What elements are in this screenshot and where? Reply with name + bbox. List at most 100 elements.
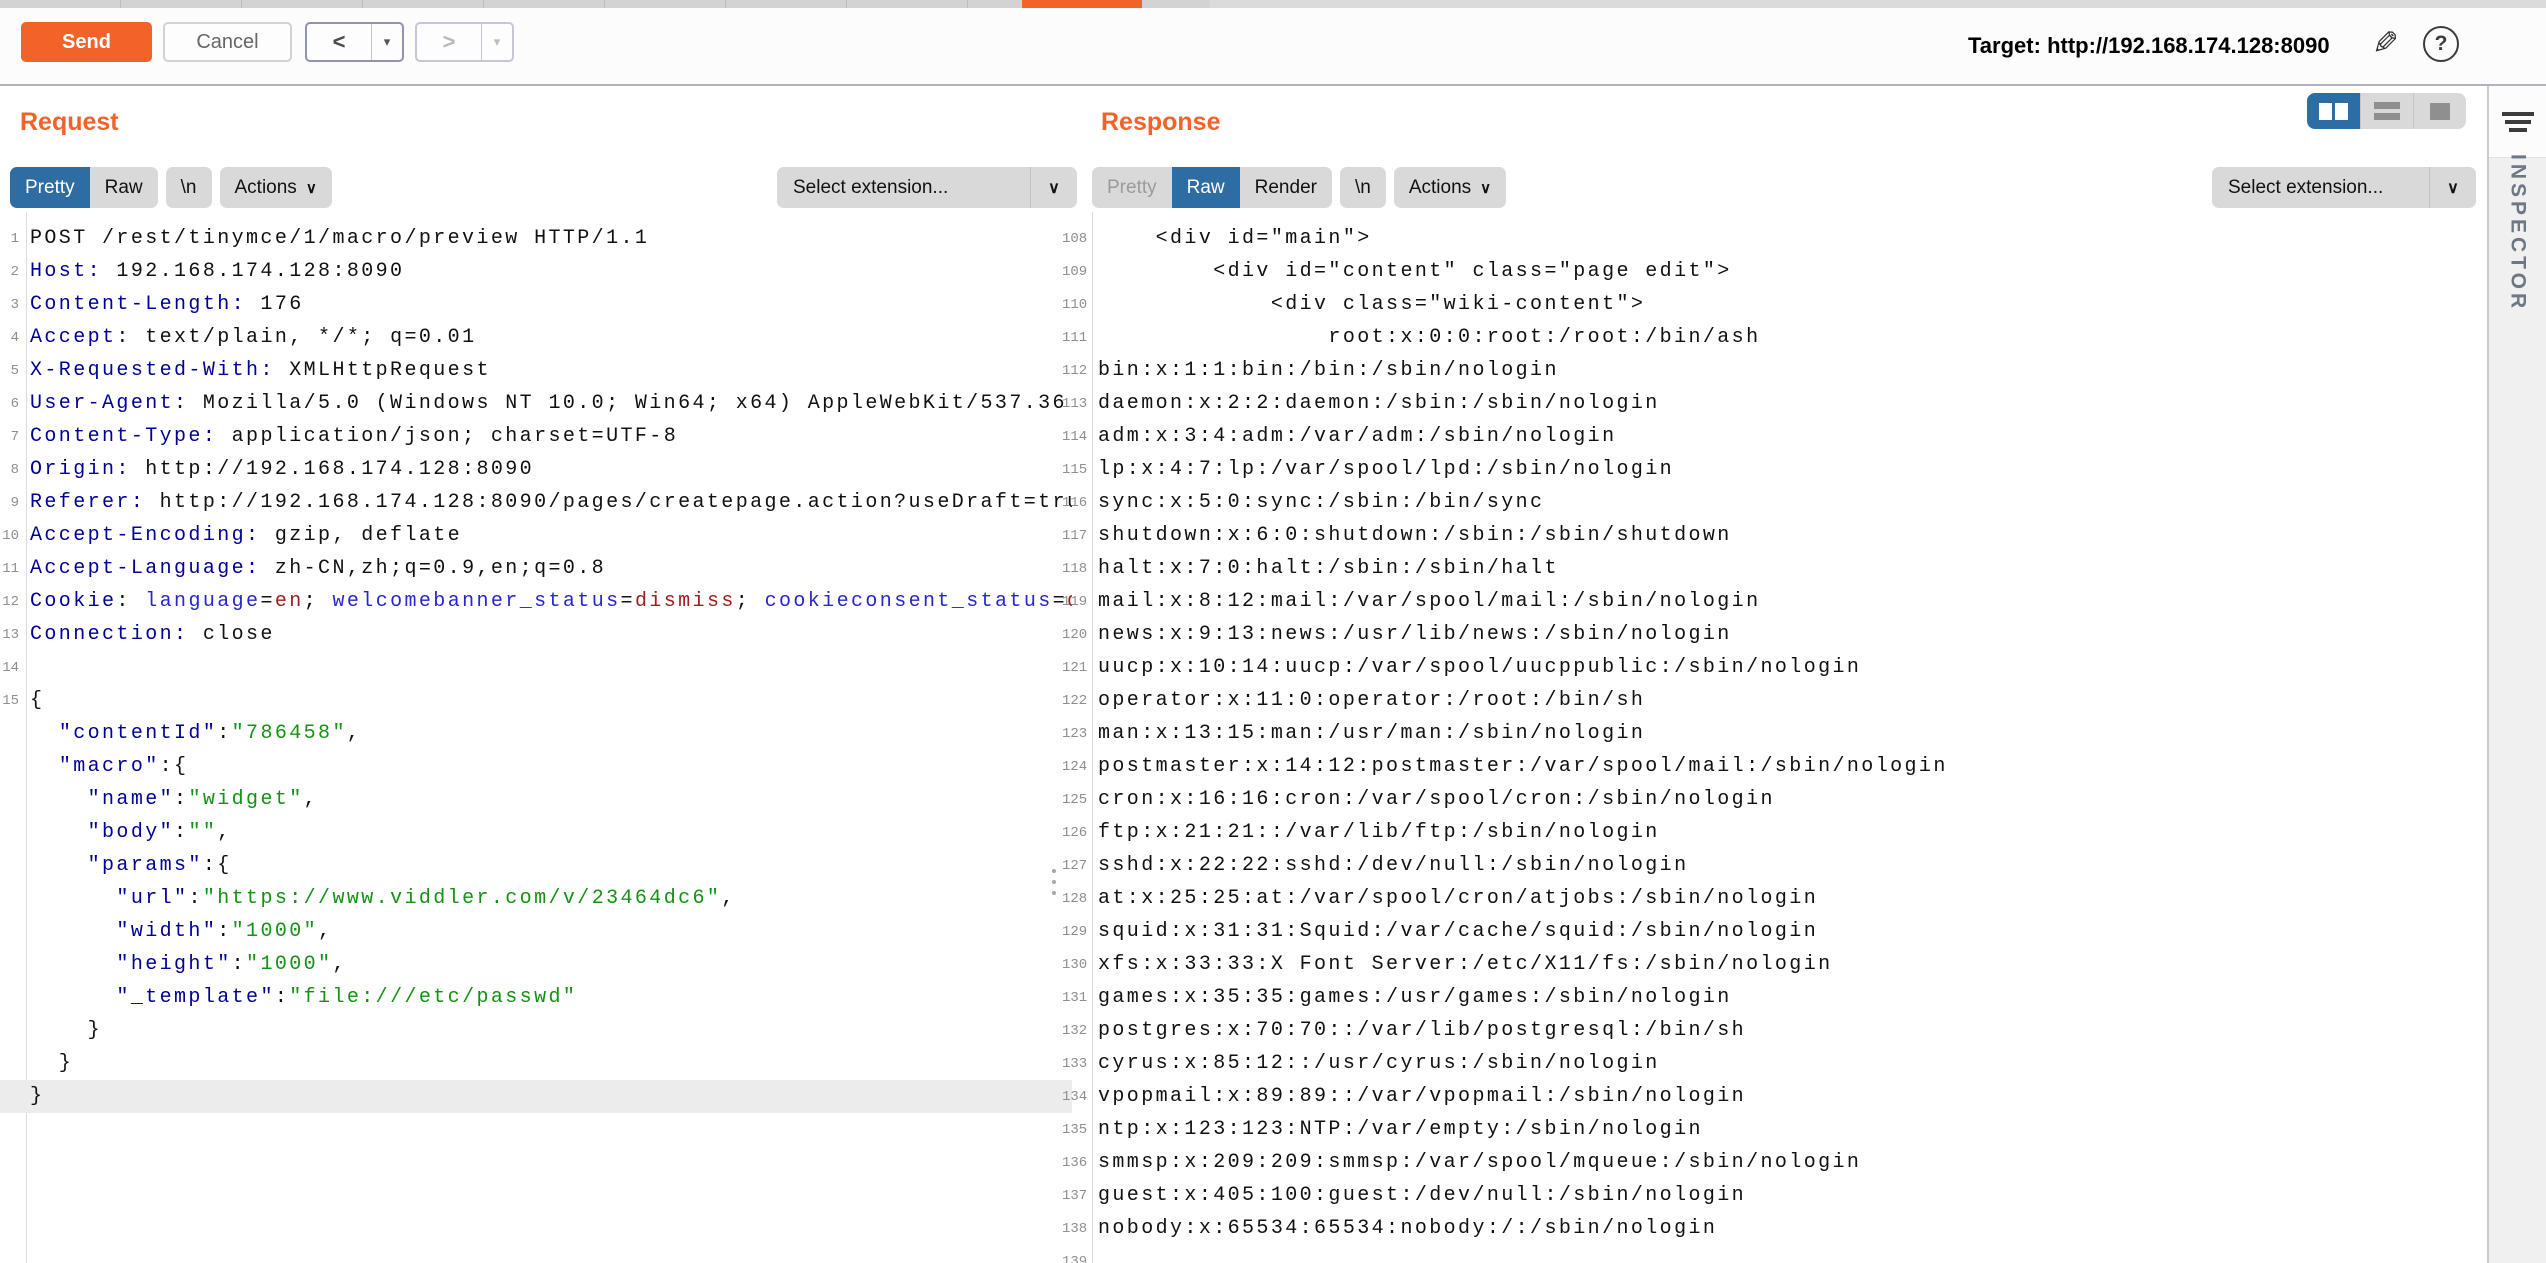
code-line: 124postmaster:x:14:12:postmaster:/var/sp… bbox=[1062, 750, 2487, 783]
code-line: 9Referer: http://192.168.174.128:8090/pa… bbox=[0, 486, 1072, 519]
line-number: 125 bbox=[1062, 792, 1086, 808]
code-line: "body":"", bbox=[0, 816, 1072, 849]
line-text: "body":"", bbox=[30, 821, 232, 844]
line-text: shutdown:x:6:0:shutdown:/sbin:/sbin/shut… bbox=[1098, 524, 1732, 547]
line-text: X-Requested-With: XMLHttpRequest bbox=[30, 359, 491, 382]
line-text: Accept-Language: zh-CN,zh;q=0.9,en;q=0.8 bbox=[30, 557, 606, 580]
line-text: lp:x:4:7:lp:/var/spool/lpd:/sbin/nologin bbox=[1098, 458, 1674, 481]
request-tab-pretty[interactable]: Pretty bbox=[10, 167, 90, 208]
line-text: Cookie: language=en; welcomebanner_statu… bbox=[30, 590, 1072, 613]
code-line: 10 Accept-Encoding: gzip, deflate bbox=[0, 519, 1072, 552]
line-text: "url":"https://www.viddler.com/v/23464dc… bbox=[30, 887, 736, 910]
extension-dropdown-label: Select extension... bbox=[2212, 167, 2429, 208]
actions-label: Actions bbox=[235, 177, 297, 199]
line-text: "macro":{ bbox=[30, 755, 188, 778]
line-text: <div id="main"> bbox=[1098, 227, 1372, 250]
line-text: Referer: http://192.168.174.128:8090/pag… bbox=[30, 491, 1072, 514]
code-line: 131games:x:35:35:games:/usr/games:/sbin/… bbox=[1062, 981, 2487, 1014]
code-line: "height":"1000", bbox=[0, 948, 1072, 981]
line-number: 133 bbox=[1062, 1056, 1086, 1072]
code-line: 135 ntp:x:123:123:NTP:/var/empty:/sbin/no… bbox=[1062, 1113, 2487, 1146]
line-text: guest:x:405:100:guest:/dev/null:/sbin/no… bbox=[1098, 1184, 1746, 1207]
line-text: Accept-Encoding: gzip, deflate bbox=[30, 524, 462, 547]
line-text: ntp:x:123:123:NTP:/var/empty:/sbin/nolog… bbox=[1098, 1118, 1703, 1141]
response-tab-actions[interactable]: Actions ∨ bbox=[1394, 167, 1506, 208]
line-number: 124 bbox=[1062, 759, 1086, 775]
line-number: 122 bbox=[1062, 693, 1086, 709]
line-number: 134 bbox=[1062, 1089, 1086, 1105]
line-text: smmsp:x:209:209:smmsp:/var/spool/mqueue:… bbox=[1098, 1151, 1861, 1174]
line-text: Host: 192.168.174.128:8090 bbox=[30, 260, 404, 283]
line-text: squid:x:31:31:Squid:/var/cache/squid:/sb… bbox=[1098, 920, 1818, 943]
send-button[interactable]: Send bbox=[21, 22, 152, 62]
line-text: } bbox=[30, 1019, 102, 1042]
extension-dropdown-label: Select extension... bbox=[777, 167, 1030, 208]
window-tab-strip[interactable] bbox=[0, 0, 2546, 8]
inspector-collapse-icon[interactable] bbox=[2502, 112, 2534, 132]
code-line: 3Content-Length: 176 bbox=[0, 288, 1072, 321]
line-number: 6 bbox=[0, 396, 19, 412]
cancel-button[interactable]: Cancel bbox=[163, 22, 292, 62]
layout-columns-button[interactable] bbox=[2307, 93, 2360, 129]
line-text: <div id="content" class="page edit"> bbox=[1098, 260, 1732, 283]
line-text: Accept: text/plain, */*; q=0.01 bbox=[30, 326, 476, 349]
panel-splitter-grip[interactable] bbox=[1052, 869, 1056, 902]
line-number: 108 bbox=[1062, 231, 1086, 247]
code-line: 11 Accept-Language: zh-CN,zh;q=0.9,en;q=0… bbox=[0, 552, 1072, 585]
actions-label: Actions bbox=[1409, 177, 1471, 199]
line-text: "name":"widget", bbox=[30, 788, 318, 811]
back-button[interactable]: < bbox=[307, 24, 371, 60]
line-text: { bbox=[30, 689, 44, 712]
back-history-dropdown[interactable]: ▾ bbox=[372, 24, 402, 60]
code-line: 126ftp:x:21:21::/var/lib/ftp:/sbin/nolog… bbox=[1062, 816, 2487, 849]
line-text: } bbox=[30, 1052, 73, 1075]
line-number: 11 bbox=[0, 561, 19, 577]
code-line: "macro":{ bbox=[0, 750, 1072, 783]
response-tab-raw[interactable]: Raw bbox=[1172, 167, 1240, 208]
line-text: nobody:x:65534:65534:nobody:/:/sbin/nolo… bbox=[1098, 1217, 1717, 1240]
line-number: 135 bbox=[1062, 1122, 1086, 1138]
response-tab-pretty[interactable]: Pretty bbox=[1092, 167, 1172, 208]
line-text: "width":"1000", bbox=[30, 920, 332, 943]
forward-button[interactable]: > bbox=[417, 24, 481, 60]
edit-target-pencil-icon[interactable]: ✎ bbox=[2372, 24, 2399, 62]
request-tab-raw[interactable]: Raw bbox=[90, 167, 158, 208]
layout-single-button[interactable] bbox=[2413, 93, 2466, 129]
code-line: 127sshd:x:22:22:sshd:/dev/null:/sbin/nol… bbox=[1062, 849, 2487, 882]
layout-rows-button[interactable] bbox=[2360, 93, 2413, 129]
chevron-down-icon: ∨ bbox=[1480, 179, 1491, 197]
code-line: 132postgres:x:70:70::/var/lib/postgresql… bbox=[1062, 1014, 2487, 1047]
line-number: 116 bbox=[1062, 495, 1086, 511]
code-line: 138nobody:x:65534:65534:nobody:/:/sbin/n… bbox=[1062, 1212, 2487, 1245]
code-line: 2Host: 192.168.174.128:8090 bbox=[0, 255, 1072, 288]
code-line: 4 Accept: text/plain, */*; q=0.01 bbox=[0, 321, 1072, 354]
line-text: xfs:x:33:33:X Font Server:/etc/X11/fs:/s… bbox=[1098, 953, 1833, 976]
line-text: "contentId":"786458", bbox=[30, 722, 361, 745]
line-number: 10 bbox=[0, 528, 19, 544]
line-number: 15 bbox=[0, 693, 19, 709]
line-text: Connection: close bbox=[30, 623, 275, 646]
response-editor[interactable]: 108 <div id="main">109 <div id="content"… bbox=[1062, 212, 2487, 1263]
forward-history-dropdown[interactable]: ▾ bbox=[482, 24, 512, 60]
line-number: 4 bbox=[0, 330, 19, 346]
request-extension-dropdown[interactable]: Select extension... ∨ bbox=[777, 167, 1077, 208]
help-icon[interactable]: ? bbox=[2423, 26, 2459, 62]
response-tab-render[interactable]: Render bbox=[1240, 167, 1332, 208]
columns-icon bbox=[2319, 103, 2348, 120]
code-line: 108 <div id="main"> bbox=[1062, 222, 2487, 255]
request-editor[interactable]: 1POST /rest/tinymce/1/macro/preview HTTP… bbox=[0, 212, 1072, 1263]
response-tab-newline[interactable]: \n bbox=[1340, 167, 1386, 208]
line-text: Content-Length: 176 bbox=[30, 293, 304, 316]
code-line: 8Origin: http://192.168.174.128:8090 bbox=[0, 453, 1072, 486]
request-tab-newline[interactable]: \n bbox=[166, 167, 212, 208]
code-line: 1POST /rest/tinymce/1/macro/preview HTTP… bbox=[0, 222, 1072, 255]
code-line: 112bin:x:1:1:bin:/bin:/sbin/nologin bbox=[1062, 354, 2487, 387]
line-number: 121 bbox=[1062, 660, 1086, 676]
code-line: 15 { bbox=[0, 684, 1072, 717]
request-tab-actions[interactable]: Actions ∨ bbox=[220, 167, 332, 208]
line-number: 112 bbox=[1062, 363, 1086, 379]
line-text: "height":"1000", bbox=[30, 953, 347, 976]
inspector-label[interactable]: INSPECTOR bbox=[2506, 154, 2530, 312]
line-text: <div class="wiki-content"> bbox=[1098, 293, 1645, 316]
response-extension-dropdown[interactable]: Select extension... ∨ bbox=[2212, 167, 2476, 208]
